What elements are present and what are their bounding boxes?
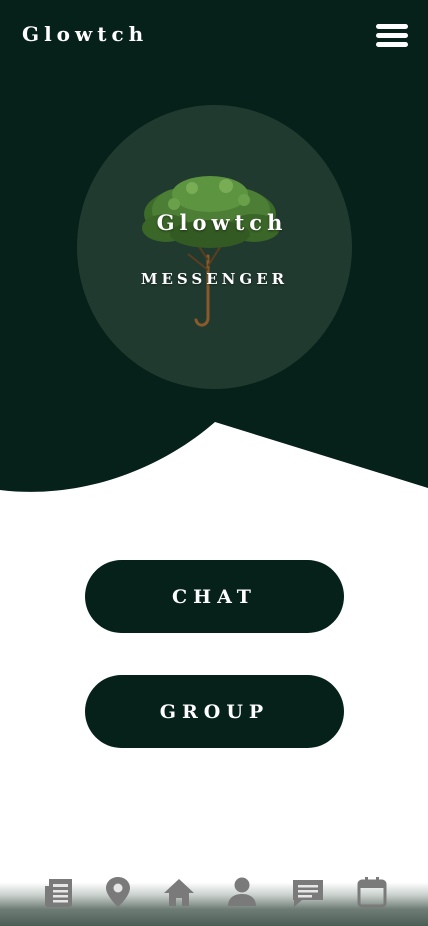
logo-subtitle: MESSENGER bbox=[140, 270, 289, 288]
home-icon[interactable] bbox=[161, 874, 197, 910]
menu-bar bbox=[376, 24, 408, 29]
app-brand: Glowtch bbox=[22, 22, 149, 46]
location-pin-icon[interactable] bbox=[100, 874, 136, 910]
logo-title: Glowtch bbox=[156, 210, 288, 235]
bottom-navigation bbox=[0, 870, 428, 926]
menu-bar bbox=[376, 42, 408, 47]
hamburger-menu-icon[interactable] bbox=[374, 22, 410, 50]
group-button[interactable]: GROUP bbox=[85, 675, 344, 748]
tree-umbrella-logo bbox=[142, 176, 280, 327]
news-icon[interactable] bbox=[41, 874, 77, 910]
profile-icon[interactable] bbox=[224, 874, 260, 910]
messages-icon[interactable] bbox=[290, 874, 326, 910]
menu-bar bbox=[376, 33, 408, 38]
chat-button[interactable]: CHAT bbox=[85, 560, 344, 633]
calendar-icon[interactable] bbox=[354, 874, 390, 910]
